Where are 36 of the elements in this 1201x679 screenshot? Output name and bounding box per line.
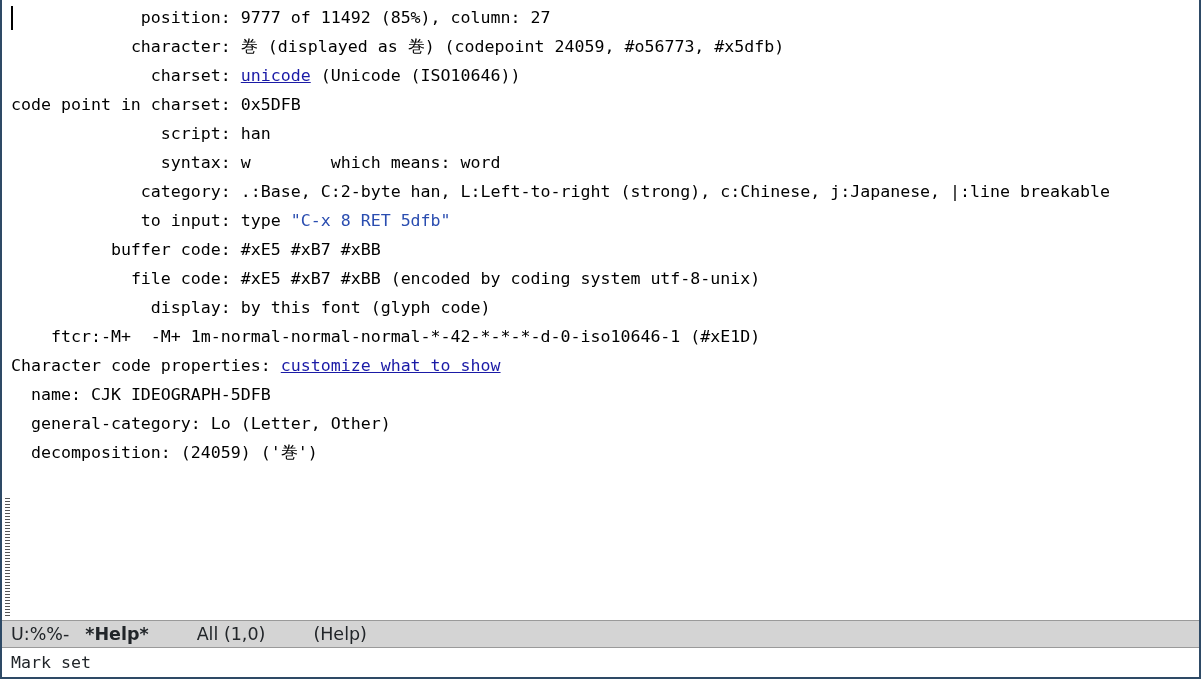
field-value: 巻 (displayed as 巻) (codepoint 24059, #o56773, #x5dfb) (240, 36, 785, 58)
link[interactable]: unicode (240, 61, 311, 90)
field-value: w which means: word (240, 152, 501, 174)
link[interactable]: customize what to show (280, 351, 501, 380)
field-value: han (240, 123, 271, 145)
echo-message: Mark set (10, 652, 92, 674)
field-label: code point in charset: (11, 94, 231, 116)
property-line: name: CJK IDEOGRAPH-5DFB (29, 384, 271, 406)
buffer-position: All (1,0) (196, 623, 266, 646)
field-label: script: (160, 123, 231, 145)
field-value: type (240, 210, 282, 232)
field-value: .:Base, C:2-byte han, L:Left-to-right (strong), c:Chinese, j:Japanese, |:line breakable (240, 181, 1110, 203)
field-label: character: (130, 36, 231, 58)
field-value: #xE5 #xB7 #xBB (240, 239, 381, 261)
buffer-name: *Help* (85, 623, 149, 646)
field-value: 0x5DFB (240, 94, 301, 116)
font-description: ftcr:-M+ -M+ 1m-normal-normal-normal-*-42-*-*-*-d-0-iso10646-1 (#xE1D) (49, 326, 761, 348)
text-cursor (11, 6, 13, 30)
field-label: buffer code: (110, 239, 231, 261)
section-heading: Character code properties: (11, 355, 271, 377)
buffer-status: U:%%- (11, 623, 70, 646)
field-label: to input: (140, 210, 231, 232)
field-value: #xE5 #xB7 #xBB (encoded by coding system utf-8-unix) (240, 268, 761, 290)
key-sequence: "C-x 8 RET 5dfb" (290, 210, 451, 232)
major-mode: (Help) (313, 623, 367, 646)
field-value: by this font (glyph code) (240, 297, 491, 319)
field-label: display: (150, 297, 231, 319)
field-value: (Unicode (ISO10646)) (319, 65, 521, 87)
property-line: general-category: Lo (Letter, Other) (29, 413, 391, 435)
field-label: position: (140, 7, 231, 29)
field-label: syntax: (160, 152, 231, 174)
field-label: file code: (130, 268, 231, 290)
property-line: decomposition: (24059) ('巻') (29, 442, 318, 464)
field-value: 9777 of 11492 (85%), column: 27 (240, 7, 551, 29)
field-label: charset: (150, 65, 231, 87)
field-label: category: (140, 181, 231, 203)
